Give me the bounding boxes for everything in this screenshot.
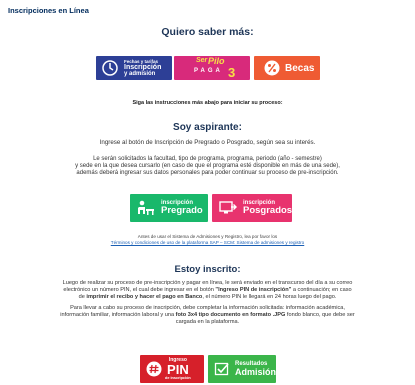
aspirante-p2-line2: y sede en la que desea cursarlo (en caso… [75, 163, 340, 169]
percent-icon [264, 60, 280, 76]
resultados-main: Admisión [235, 367, 277, 378]
clock-icon [102, 60, 118, 76]
pregrado-main: Pregrado [161, 205, 203, 216]
aspirante-p2: Le serán solicitados la facultad, tipo d… [6, 156, 409, 177]
pin-main: PIN [167, 362, 189, 377]
ingreso-pin-button[interactable]: Ingreso PIN de inscripción [140, 355, 204, 383]
becas-button[interactable]: Becas [254, 56, 320, 80]
inscrito-p1: Luego de realizar su proceso de pre-insc… [6, 280, 409, 300]
aspirante-p1: Ingrese al botón de Inscripción de Pregr… [99, 139, 316, 146]
ser-pilo-number: 3 [228, 65, 236, 80]
ser-pilo-line2: Pilo [208, 56, 225, 66]
ser-pilo-paga-button[interactable]: Ser Pilo PAGA 3 [174, 56, 250, 80]
aspirante-note: Antes de usar el Sistema de Admisiones y… [6, 234, 409, 246]
fechas-tarifas-line2: Inscripción [124, 63, 162, 71]
pin-label: Ingreso PIN de inscripción [165, 358, 191, 381]
fechas-tarifas-line3: y admisión [124, 70, 156, 77]
check-box-icon [214, 362, 229, 376]
terminos-link[interactable]: Términos y condiciones de uso de la plat… [111, 240, 304, 245]
inscrito-p2-line1: Para llevar a cabo su proceso de inscrip… [70, 305, 345, 311]
inscrito-p1-line3: de imprimir el recibo y hacer el pago en… [6, 294, 409, 301]
aspirante-p2-line3: además deberá ingresar sus datos persona… [76, 170, 339, 176]
inscrito-p2-line2b: foto 3x4 tipo documento en formato .JPG [175, 311, 286, 318]
inscrito-p2-line2: información familiar, información labora… [6, 312, 409, 319]
inscripcion-pregrado-button[interactable]: inscripción Pregrado [130, 194, 208, 222]
resultados-admision-button[interactable]: Resultados Admisión [208, 355, 276, 383]
ser-pilo-paga-logo: Ser Pilo PAGA 3 [182, 56, 242, 80]
posgrados-main: Posgrados [243, 205, 293, 216]
inscrito-p1-line2: electrónico un número PIN, el cual debe … [6, 287, 409, 294]
posgrados-screen-icon [219, 201, 237, 214]
inscrito-p1-line1: Luego de realizar su proceso de pre-insc… [62, 280, 353, 286]
inscrito-p2-line3: cargada en la plataforma. [175, 318, 240, 325]
fechas-tarifas-label: Fechas y tarifas Inscripción y admisión [124, 59, 161, 78]
inscrito-p1-line3c: , el número PIN le llegará en 24 horas l… [202, 293, 337, 300]
aspirante-title: Soy aspirante: [173, 122, 242, 133]
inscrito-p2-line2a: información familiar, información labora… [60, 311, 176, 318]
resultados-label: Resultados Admisión [235, 361, 276, 378]
inscrito-p2: Para llevar a cabo su proceso de inscrip… [6, 305, 409, 325]
inscrito-p1-line2c: a continuación; en caso [291, 286, 352, 293]
quiero-title: Quiero saber más: [161, 26, 254, 38]
inscripcion-posgrados-button[interactable]: inscripción Posgrados [212, 194, 292, 222]
aspirante-p2-line1: Le serán solicitados la facultad, tipo d… [93, 156, 322, 162]
instructions-line: Siga las instrucciones más abajo para in… [132, 100, 283, 106]
pregrado-person-icon [138, 200, 154, 215]
inscrito-p1-line2a: electrónico un número PIN, el cual debe … [63, 286, 216, 293]
fechas-tarifas-button[interactable]: Fechas y tarifas Inscripción y admisión [96, 56, 172, 80]
pregrado-label: inscripción Pregrado [161, 200, 203, 216]
pin-bottom: de inscripción [165, 376, 191, 380]
ser-pilo-line1: Ser [196, 57, 208, 64]
inscrito-p1-line3b: imprimir el recibo y hacer el pago en Ba… [86, 293, 203, 300]
page-header-title: Inscripciones en Línea [8, 6, 89, 15]
inscrito-p2-line2c: fondo blanco, que debe ser [285, 311, 355, 318]
pin-hash-icon [146, 361, 162, 377]
inscrito-p1-line2b: "Ingreso PIN de inscripción" [215, 286, 292, 293]
ser-pilo-line3: PAGA [194, 68, 223, 74]
inscrito-title: Estoy inscrito: [174, 264, 241, 275]
posgrados-label: inscripción Posgrados [243, 200, 292, 216]
becas-label: Becas [285, 62, 315, 74]
